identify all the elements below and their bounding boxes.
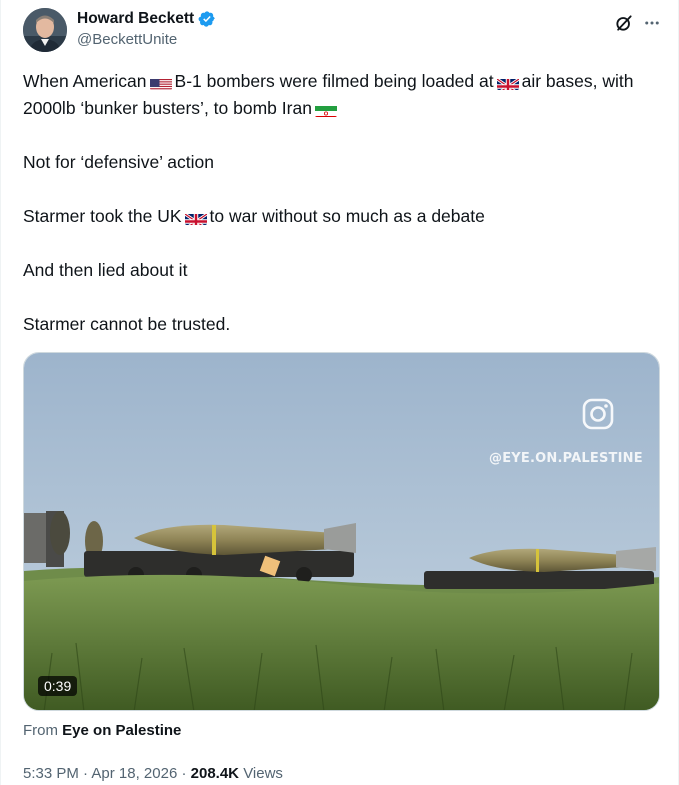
tweet-time[interactable]: 5:33 PM (23, 765, 79, 782)
tweet-card: Howard Beckett @BeckettUnite When Americ… (0, 0, 679, 785)
more-options-button[interactable] (641, 12, 663, 34)
grok-icon (616, 15, 632, 31)
tweet-meta: 5:33 PM · Apr 18, 2026 · 208.4K Views (23, 765, 283, 782)
meta-separator: · (83, 765, 89, 782)
instagram-icon (582, 398, 614, 430)
uk-flag-icon (496, 75, 519, 90)
video-thumbnail (24, 353, 659, 710)
video-player[interactable]: @EYE.ON.PALESTINE 0:39 (23, 352, 660, 711)
views-count[interactable]: 208.4K (191, 765, 239, 782)
tweet-paragraph-4: And then lied about it (23, 260, 188, 280)
meta-separator: · (181, 765, 187, 782)
grok-button[interactable] (613, 12, 635, 34)
tweet-paragraph-1: When American B-1 bombers were filmed bei… (23, 68, 663, 122)
video-duration-badge: 0:39 (38, 676, 78, 696)
tweet-date[interactable]: Apr 18, 2026 (91, 765, 177, 782)
tweet-paragraph-2: Not for ‘defensive’ action (23, 152, 214, 172)
video-watermark: @EYE.ON.PALESTINE (489, 451, 643, 466)
us-flag-icon (149, 75, 172, 90)
views-label: Views (243, 765, 283, 782)
tweet-text-segment: Starmer took the UK (23, 206, 182, 226)
source-prefix: From (23, 722, 58, 739)
author-names: Howard Beckett @BeckettUnite (77, 10, 216, 48)
tweet-text: When American B-1 bombers were filmed bei… (23, 68, 663, 338)
source-name-link[interactable]: Eye on Palestine (62, 722, 181, 739)
tweet-paragraph-3: Starmer took the UK to war without so muc… (23, 203, 663, 230)
verified-badge-icon (198, 11, 215, 27)
display-name-text: Howard Beckett (77, 10, 195, 27)
uk-flag-icon (184, 210, 207, 225)
tweet-text-segment: When American (23, 71, 147, 91)
tweet-text-segment: to war without so much as a debate (209, 206, 485, 226)
tweet-text-segment: B-1 bombers were filmed being loaded at (174, 71, 494, 91)
media-source: From Eye on Palestine (23, 722, 181, 739)
iran-flag-icon (314, 102, 337, 117)
author-display-name[interactable]: Howard Beckett (77, 10, 216, 28)
tweet-paragraph-5: Starmer cannot be trusted. (23, 314, 231, 334)
tweet-header: Howard Beckett @BeckettUnite (23, 8, 663, 56)
author-handle[interactable]: @BeckettUnite (77, 31, 216, 48)
more-dots-icon (645, 21, 659, 25)
avatar[interactable] (23, 8, 67, 52)
